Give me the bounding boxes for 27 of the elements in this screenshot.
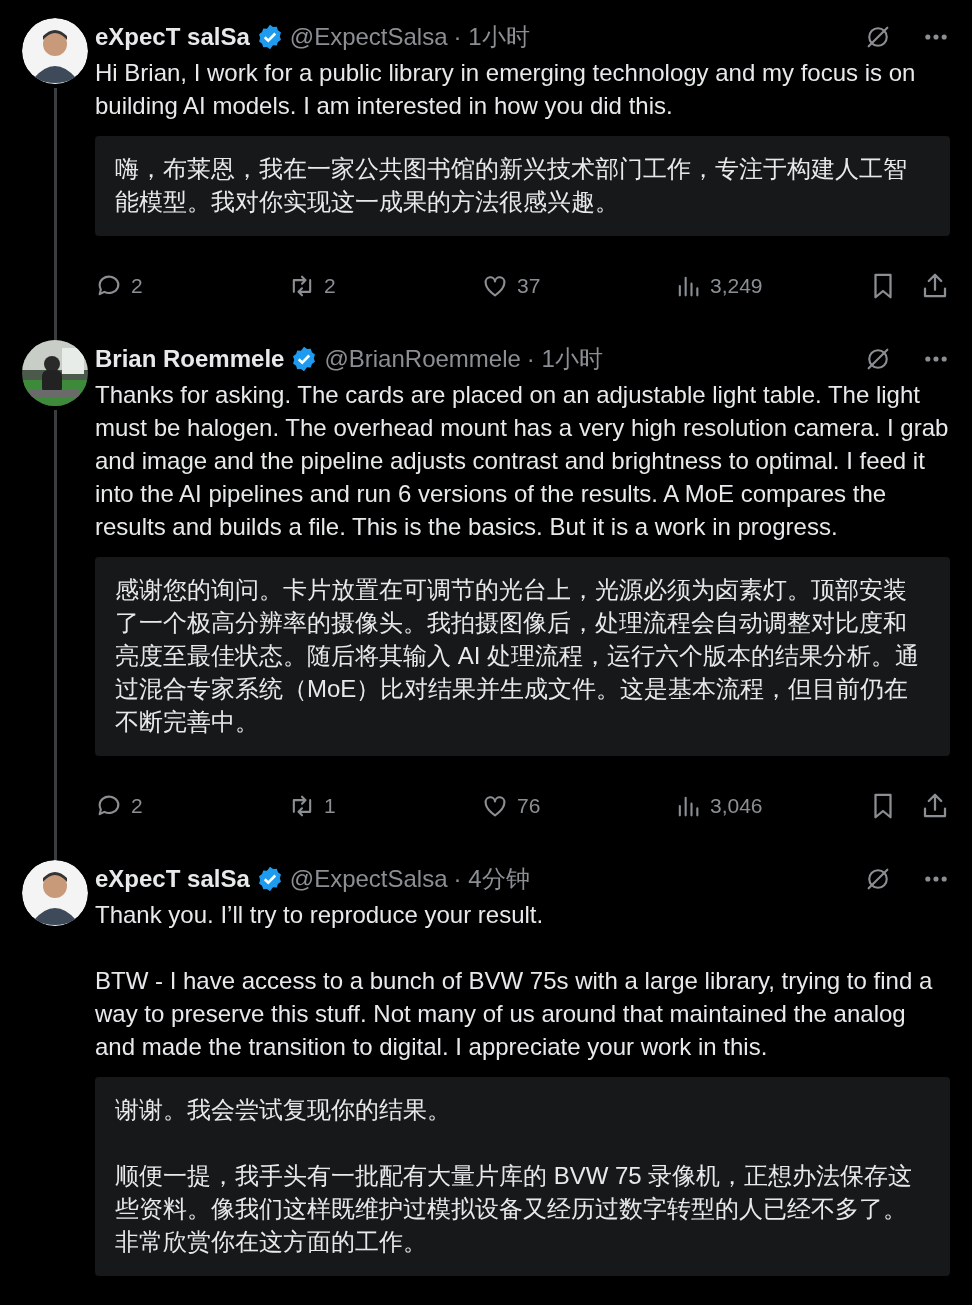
post-text: BTW - I have access to a bunch of BVW 75s with a large library, trying to find a way to preserve this stuff. Not many of us around that maintained the analog and made the transition to digital. I appreciate your work in this.	[95, 966, 934, 1062]
post-text: Thank you. I’ll try to reproduce your result.	[95, 900, 545, 930]
repost-count: 1	[324, 794, 336, 818]
post-time[interactable]: · 1小时	[526, 343, 603, 375]
user-handle[interactable]: @ExpectSalsa	[289, 23, 448, 51]
translation-text: 嗨，布莱恩，我在一家公共图书馆的新兴技术部门工作，专注于构建人工智能模型。我对你实现这一成果的方法很感兴趣。	[115, 154, 908, 217]
user-name[interactable]: Brian Roemmele	[95, 345, 285, 373]
translation-text: 谢谢。我会尝试复现你的结果。	[115, 1095, 452, 1125]
post-time[interactable]: · 1小时	[453, 21, 530, 53]
view-count: 3,249	[710, 274, 763, 298]
translation-text: 感谢您的询问。卡片放置在可调节的光台上，光源必须为卤素灯。顶部安装了一个极高分辨率的摄像头。我拍摄图像后，处理流程会自动调整对比度和亮度至最佳状态。随后将其输入 AI 处理流程，运行六个版本的结果分析。通过混合专家系统（MoE）比对结果并生成文件。这是基本流程，但目前仍在不断完善中。	[115, 575, 920, 737]
user-name[interactable]: eXpecT salSa	[95, 865, 250, 893]
user-handle[interactable]: @ExpectSalsa	[289, 865, 448, 893]
post-text: Thanks for asking. The cards are placed on an adjustable light table. The light must be halogen. The overhead mount has a very high resolution camera. I grab and image and the pipeline adjusts contrast and brightness to optimal. I feed it into the AI pipelines and run 6 versions of the results. A MoE compares the results and builds a file. This is the basics. But it is a work in progress.	[95, 380, 950, 542]
avatar-icon[interactable]	[22, 18, 88, 84]
like-count: 37	[517, 274, 541, 298]
reply-count: 2	[131, 274, 143, 298]
user-handle[interactable]: @BrianRoemmele	[324, 345, 521, 373]
view-count: 3,046	[710, 794, 763, 818]
post-time[interactable]: · 4分钟	[453, 863, 530, 895]
post-text: Hi Brian, I work for a public library in emerging technology and my focus is on building AI models. I am interested in how you did this.	[95, 58, 917, 121]
user-name[interactable]: eXpecT salSa	[95, 23, 250, 51]
like-count: 76	[517, 794, 541, 818]
avatar-icon[interactable]	[22, 860, 88, 926]
translation-text: 顺便一提，我手头有一批配有大量片库的 BVW 75 录像机，正想办法保存这些资料。像我们这样既维护过模拟设备又经历过数字转型的人已经不多了。非常欣赏你在这方面的工作。	[115, 1161, 914, 1257]
reply-count: 2	[131, 794, 143, 818]
repost-count: 2	[324, 274, 336, 298]
